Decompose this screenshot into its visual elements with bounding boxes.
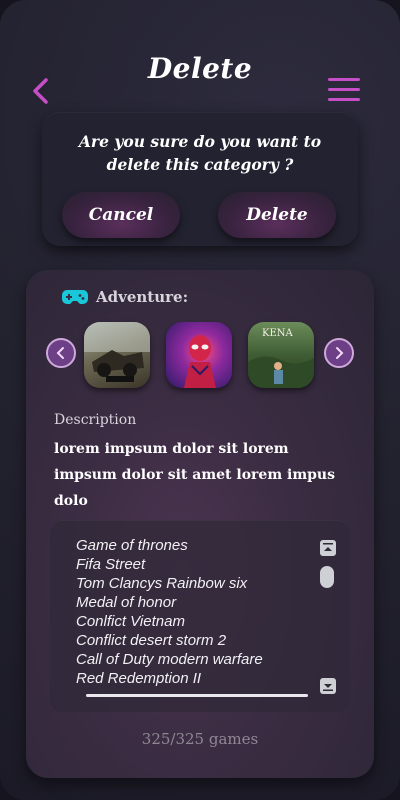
chevron-left-icon — [56, 347, 64, 359]
svg-text:KENA: KENA — [262, 328, 294, 339]
arrow-up-icon — [323, 543, 333, 551]
games-count: 325/325 games — [141, 730, 259, 748]
chevron-right-icon — [336, 347, 344, 359]
app-screen: Delete Are you sure do you want to delet… — [0, 0, 400, 800]
games-list: Game of thrones Fifa Street Tom Clancys … — [76, 536, 263, 688]
gamepad-icon — [62, 290, 88, 304]
horizontal-scrollbar[interactable] — [86, 694, 308, 697]
menu-icon — [328, 78, 360, 81]
game-list-item[interactable]: Conlfict Vietnam — [76, 612, 263, 631]
menu-icon-bar — [328, 88, 360, 91]
menu-button[interactable] — [328, 78, 360, 102]
game-list-item[interactable]: Tom Clancys Rainbow six — [76, 574, 263, 593]
game-list-item[interactable]: Game of thrones — [76, 536, 263, 555]
carousel-next-button[interactable] — [324, 338, 354, 368]
game-thumbnail-days-gone[interactable] — [84, 322, 150, 388]
delete-button[interactable]: Delete — [218, 192, 336, 238]
game-thumbnail-kena[interactable]: KENA — [248, 322, 314, 388]
scrollbar-thumb[interactable] — [320, 566, 334, 588]
menu-icon-bar — [328, 98, 360, 101]
category-header: Adventure: — [62, 288, 188, 306]
game-thumbnail-spider-man[interactable] — [166, 322, 232, 388]
kena-cover-image: KENA — [248, 328, 314, 388]
category-card: Adventure: KENA Description lorem impsum… — [26, 270, 374, 778]
game-list-item[interactable]: Red Redemption II — [76, 669, 263, 688]
game-list-item[interactable]: Fifa Street — [76, 555, 263, 574]
description-text: lorem impsum dolor sit lorem impsum dolo… — [54, 441, 335, 509]
carousel-prev-button[interactable] — [46, 338, 76, 368]
days-gone-cover-image — [84, 322, 150, 382]
confirm-question: Are you sure do you want to delete this … — [78, 132, 322, 174]
game-list-item[interactable]: Medal of honor — [76, 593, 263, 612]
game-list-item[interactable]: Conflict desert storm 2 — [76, 631, 263, 650]
delete-confirm-dialog: Are you sure do you want to delete this … — [42, 112, 358, 246]
scroll-up-button[interactable] — [320, 540, 336, 556]
spider-man-cover-image — [184, 335, 216, 388]
games-list-box: Game of thrones Fifa Street Tom Clancys … — [50, 520, 350, 712]
arrow-down-icon — [323, 684, 333, 691]
cancel-button[interactable]: Cancel — [62, 192, 180, 238]
description-label: Description — [54, 412, 137, 428]
scroll-down-button[interactable] — [320, 678, 336, 694]
game-list-item[interactable]: Call of Duty modern warfare — [76, 650, 263, 669]
category-label: Adventure: — [96, 288, 189, 306]
